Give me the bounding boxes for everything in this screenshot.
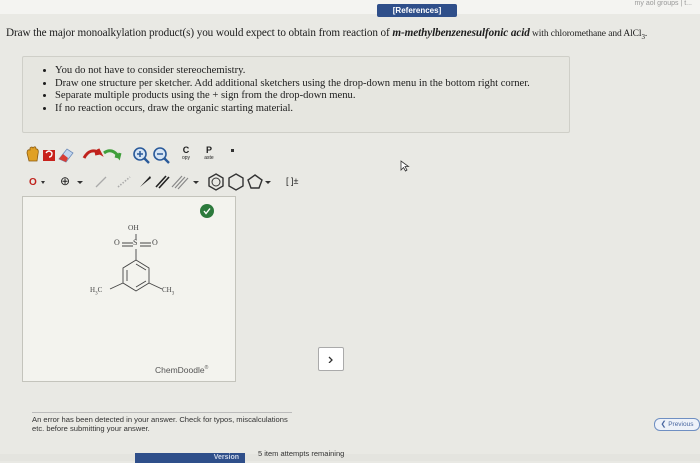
error-message: An error has been detected in your answe… bbox=[32, 412, 292, 433]
sketcher-toolbar-top: C opy P aste bbox=[24, 145, 244, 167]
attempts-remaining: 5 item attempts remaining bbox=[258, 449, 345, 458]
eraser-icon[interactable] bbox=[58, 145, 76, 167]
add-sketcher-dropdown[interactable] bbox=[318, 347, 344, 371]
instruction-item: Separate multiple products using the + s… bbox=[55, 90, 569, 103]
atom-s: S bbox=[133, 238, 138, 247]
cyclohexane-ring-icon[interactable] bbox=[227, 171, 245, 193]
sketcher-toolbar-bottom: O ⊕ [ ]± bbox=[24, 171, 324, 193]
single-bond-icon[interactable] bbox=[94, 171, 108, 193]
cyclopentane-ring-icon[interactable] bbox=[246, 171, 264, 193]
atom-o-right: O bbox=[152, 238, 158, 247]
zoom-out-icon[interactable] bbox=[152, 145, 170, 167]
zoom-in-icon[interactable] bbox=[132, 145, 150, 167]
instructions-box: You do not have to consider stereochemis… bbox=[22, 56, 570, 133]
submit-version-button[interactable]: Version bbox=[135, 453, 245, 463]
references-button[interactable]: [References] bbox=[377, 4, 457, 17]
copy-button[interactable]: C opy bbox=[178, 145, 194, 167]
undo-redo-icon[interactable] bbox=[82, 145, 122, 167]
check-icon[interactable] bbox=[200, 204, 214, 218]
charge-plus-icon[interactable]: ⊕ bbox=[60, 171, 70, 193]
chevron-down-icon bbox=[328, 356, 333, 364]
instruction-item: Draw one structure per sketcher. Add add… bbox=[55, 78, 569, 91]
instruction-item: If no reaction occurs, draw the organic … bbox=[55, 103, 569, 116]
atom-oh: OH bbox=[128, 223, 139, 232]
chevron-down-icon[interactable] bbox=[76, 171, 84, 193]
atom-label-o-icon[interactable]: O bbox=[26, 171, 48, 193]
toolbar-dot bbox=[231, 149, 234, 152]
wedge-bond-icon[interactable] bbox=[138, 171, 152, 193]
hand-icon[interactable] bbox=[24, 145, 40, 167]
svg-text:O: O bbox=[29, 177, 37, 188]
group-h3c: H3C bbox=[90, 286, 103, 297]
atom-o-left: O bbox=[114, 238, 120, 247]
top-right-link[interactable]: my aol groups | t... bbox=[635, 0, 692, 7]
paste-button[interactable]: P aste bbox=[200, 145, 218, 167]
sketcher-canvas[interactable]: OH O S O H3C CH3 ChemDoodle® bbox=[22, 196, 236, 382]
previous-button[interactable]: ❮ Previous bbox=[654, 418, 700, 431]
dashed-bond-icon[interactable] bbox=[116, 171, 132, 193]
references-bar: [References] my aol groups | t... bbox=[0, 0, 700, 17]
triple-bond-icon[interactable] bbox=[171, 171, 189, 193]
chemdoodle-logo: ChemDoodle® bbox=[155, 365, 209, 375]
bottom-bar bbox=[0, 454, 700, 461]
mouse-cursor-icon bbox=[400, 160, 410, 172]
chevron-down-icon[interactable] bbox=[192, 171, 200, 193]
bracket-tool[interactable]: [ ]± bbox=[286, 171, 298, 193]
molecule-structure bbox=[109, 234, 163, 292]
benzene-ring-icon[interactable] bbox=[207, 171, 225, 193]
lasso-icon[interactable] bbox=[41, 145, 57, 167]
reactant-name: m-methylbenzenesulfonic acid bbox=[392, 27, 530, 39]
group-ch3: CH3 bbox=[162, 286, 175, 297]
chevron-down-icon[interactable] bbox=[264, 171, 272, 193]
instruction-item: You do not have to consider stereochemis… bbox=[55, 65, 569, 78]
double-bond-icon[interactable] bbox=[154, 171, 170, 193]
question-text: Draw the major monoalkylation product(s)… bbox=[6, 27, 648, 42]
